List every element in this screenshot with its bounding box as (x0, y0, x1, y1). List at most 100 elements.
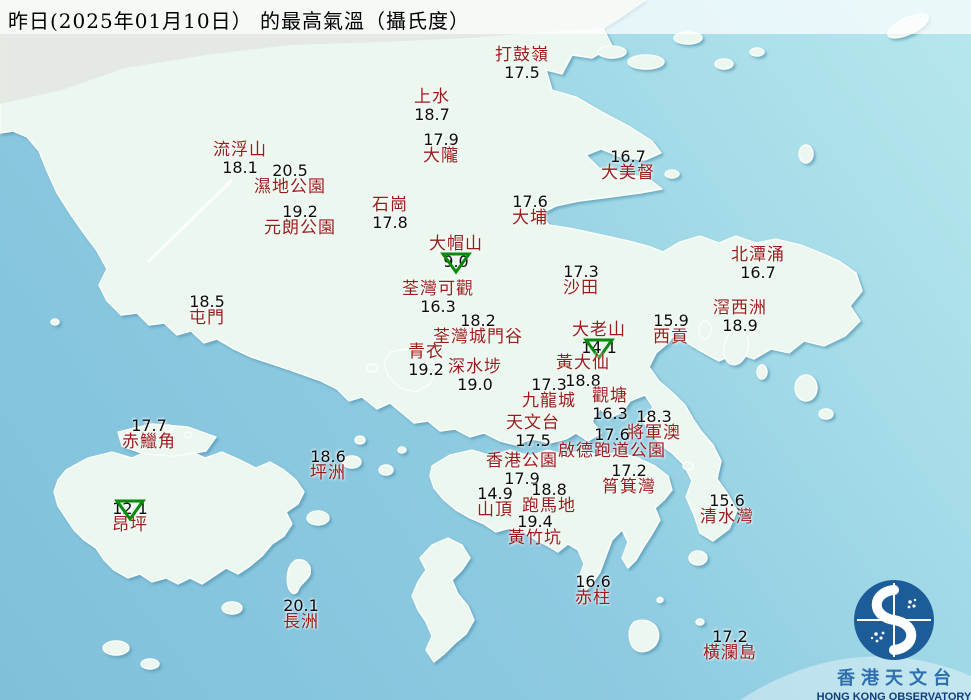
station-name: 長洲 (283, 612, 319, 632)
station-name: 香港公園 (486, 451, 558, 471)
station-name: 大隴 (423, 146, 459, 166)
station: 石崗 17.8 (372, 195, 408, 232)
station-value: 18.6 (310, 447, 346, 466)
station: 16.6 赤柱 (575, 573, 611, 607)
station-value: 17.6 (594, 425, 630, 444)
station-value-wrap: 17.2 (712, 628, 748, 645)
station-value-wrap: 9.0 (440, 252, 472, 275)
station-name: 大埔 (512, 208, 548, 228)
station: 滘西洲 18.9 (713, 300, 767, 335)
station-value-wrap: 17.9 (423, 131, 459, 148)
station-value-wrap: 18.2 (460, 312, 496, 329)
station: 17.3 沙田 (563, 263, 599, 297)
station-name: 濕地公園 (254, 177, 326, 197)
station-value-wrap: 18.1 (222, 159, 258, 176)
station: 17.3 九龍城 (522, 376, 576, 410)
station-name: 赤柱 (575, 588, 611, 608)
station-value: 17.2 (611, 461, 647, 480)
station-value: 9.0 (443, 252, 469, 271)
station: 深水埗 19.0 (448, 357, 502, 394)
station-value: 18.3 (636, 407, 672, 426)
station: 打鼓嶺 17.5 (495, 47, 549, 82)
station-value: 19.2 (408, 360, 444, 379)
station-value-wrap: 18.5 (189, 293, 225, 310)
station-value: 16.7 (740, 263, 776, 282)
station: 大老山 14.1 (572, 320, 626, 361)
station-name: 坪洲 (310, 463, 346, 483)
station-value: 17.2 (712, 627, 748, 646)
station: 北潭涌 16.7 (731, 245, 785, 282)
station-value: 19.0 (457, 375, 493, 394)
station-value: 17.5 (515, 431, 551, 450)
station-value: 18.2 (460, 311, 496, 330)
station-value: 17.5 (504, 63, 540, 82)
station-name: 荃灣可觀 (402, 279, 474, 299)
hko-logo-name-zh: 香港天文台 (837, 668, 957, 689)
station: 12.1 昂坪 (112, 499, 148, 535)
station-value: 20.5 (272, 161, 308, 180)
station-name: 大老山 (572, 320, 626, 340)
station: 上水 18.7 (414, 87, 450, 124)
station-value-wrap: 20.1 (283, 597, 319, 614)
station-name: 大帽山 (429, 234, 483, 254)
station-value: 18.7 (414, 105, 450, 124)
station-value-wrap: 16.7 (740, 264, 776, 281)
station-value: 18.1 (222, 158, 258, 177)
station-name: 深水埗 (448, 357, 502, 377)
station-name: 北潭涌 (731, 245, 785, 265)
station-name: 清水灣 (700, 507, 754, 527)
hko-logo-name-en: HONG KONG OBSERVATORY (816, 691, 971, 700)
station-value: 17.6 (512, 192, 548, 211)
station-value-wrap: 18.3 (636, 408, 672, 425)
station: 19.4 黃竹坑 (508, 513, 562, 547)
station-value: 20.1 (283, 596, 319, 615)
station-name: 上水 (414, 87, 450, 107)
station-value: 17.9 (423, 130, 459, 149)
station: 18.8 跑馬地 (522, 481, 576, 515)
station-value-wrap: 19.4 (517, 513, 553, 530)
station: 大帽山 9.0 (429, 234, 483, 275)
hko-logo-icon (854, 580, 934, 660)
station-name: 昂坪 (112, 515, 148, 535)
station-value: 14.9 (477, 484, 513, 503)
station-value-wrap: 20.5 (272, 162, 308, 179)
station-value-wrap: 12.1 (112, 499, 148, 522)
station: 觀塘 16.3 (592, 388, 628, 423)
station-value-wrap: 17.3 (563, 263, 599, 280)
station-name: 黃竹坑 (508, 528, 562, 548)
station: 天文台 17.5 (506, 415, 560, 450)
station-value-wrap: 18.8 (531, 481, 567, 498)
station-value-wrap: 17.7 (131, 417, 167, 434)
station-name: 青衣 (408, 342, 444, 362)
station-name: 石崗 (372, 195, 408, 215)
station: 18.2 荃灣城門谷 (433, 312, 523, 346)
station-value: 18.9 (722, 316, 758, 335)
station-value: 15.6 (709, 491, 745, 510)
station-value-wrap: 17.6 (512, 193, 548, 210)
station-value-wrap: 15.9 (653, 312, 689, 329)
station-value: 17.3 (563, 262, 599, 281)
station-value: 18.8 (531, 480, 567, 499)
station-value: 17.8 (372, 213, 408, 232)
station-value-wrap: 16.7 (610, 148, 646, 165)
station: 19.2 元朗公園 (264, 203, 336, 237)
station-value-wrap: 16.6 (575, 573, 611, 590)
station-value: 19.2 (282, 202, 318, 221)
station: 20.1 長洲 (283, 597, 319, 631)
station-name: 流浮山 (213, 140, 267, 160)
station-value-wrap: 18.7 (414, 106, 450, 123)
station-value: 12.1 (112, 499, 148, 518)
station-value-wrap: 19.2 (408, 361, 444, 378)
station-value-wrap: 19.0 (457, 376, 493, 393)
station-value-wrap: 14.9 (477, 485, 513, 502)
station-value: 17.7 (131, 416, 167, 435)
station-name: 沙田 (563, 278, 599, 298)
station-value-wrap: 16.3 (592, 405, 628, 422)
station-name: 赤鱲角 (122, 432, 176, 452)
station: 15.6 清水灣 (700, 492, 754, 526)
station-value-wrap: 17.3 (531, 376, 567, 393)
station: 17.2 筲箕灣 (602, 462, 656, 496)
station-value: 15.9 (653, 311, 689, 330)
station: 18.6 坪洲 (310, 448, 346, 482)
station-value-wrap: 17.5 (515, 432, 551, 449)
